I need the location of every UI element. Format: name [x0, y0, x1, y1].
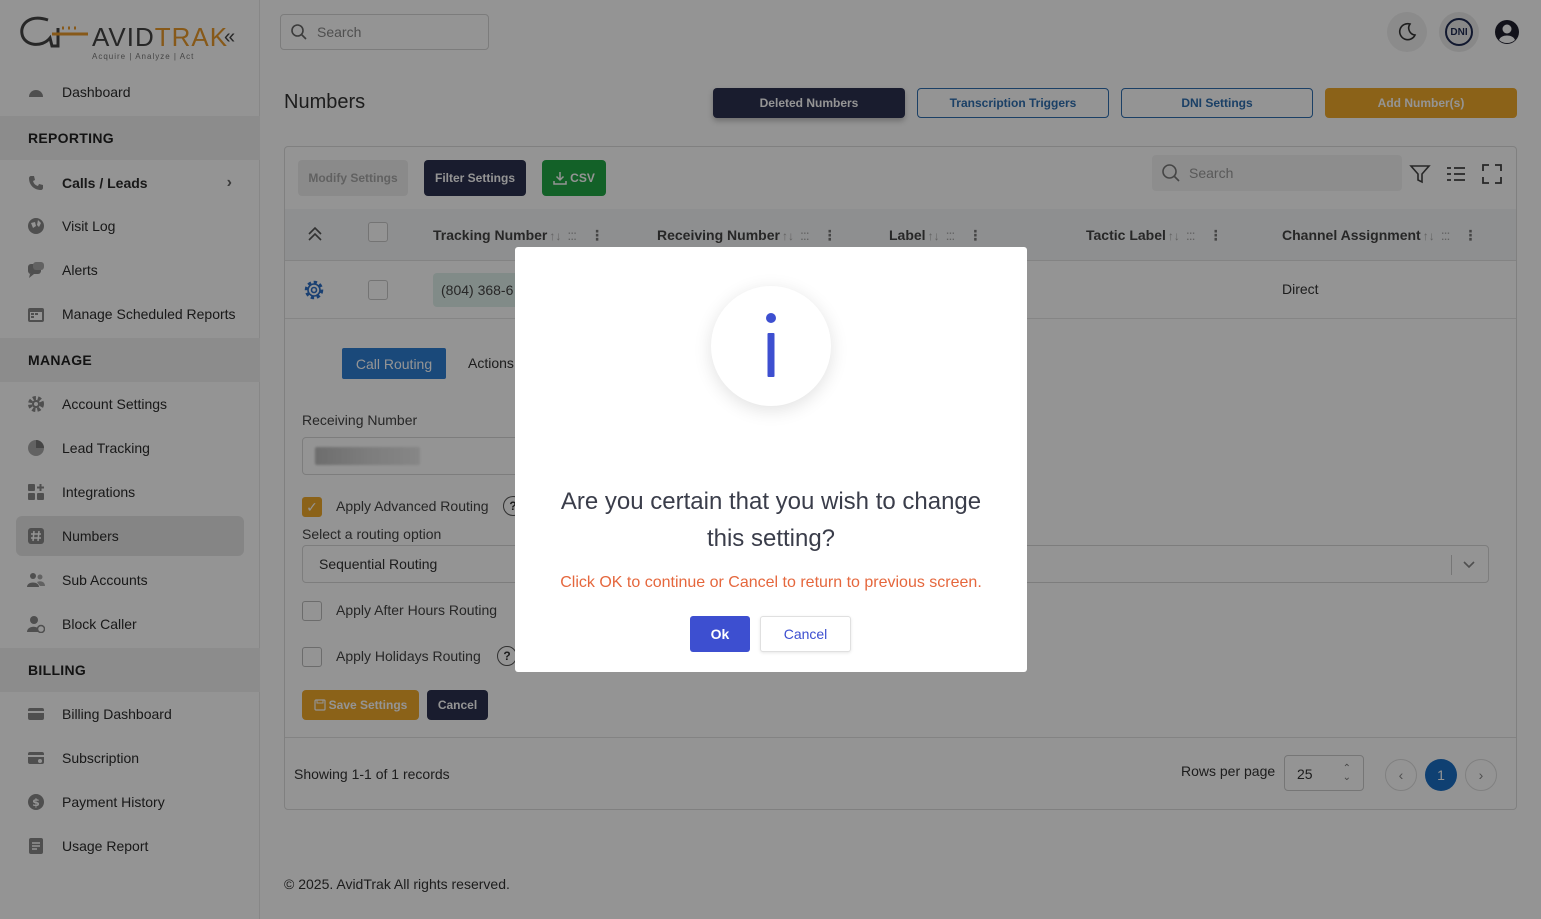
info-icon — [711, 286, 831, 406]
ok-button[interactable]: Ok — [690, 616, 750, 652]
confirm-dialog: Are you certain that you wish to change … — [515, 247, 1027, 672]
dialog-title: Are you certain that you wish to change … — [560, 488, 982, 552]
dialog-subtitle: Click OK to continue or Cancel to return… — [560, 574, 982, 591]
cancel-button[interactable]: Cancel — [760, 616, 851, 652]
